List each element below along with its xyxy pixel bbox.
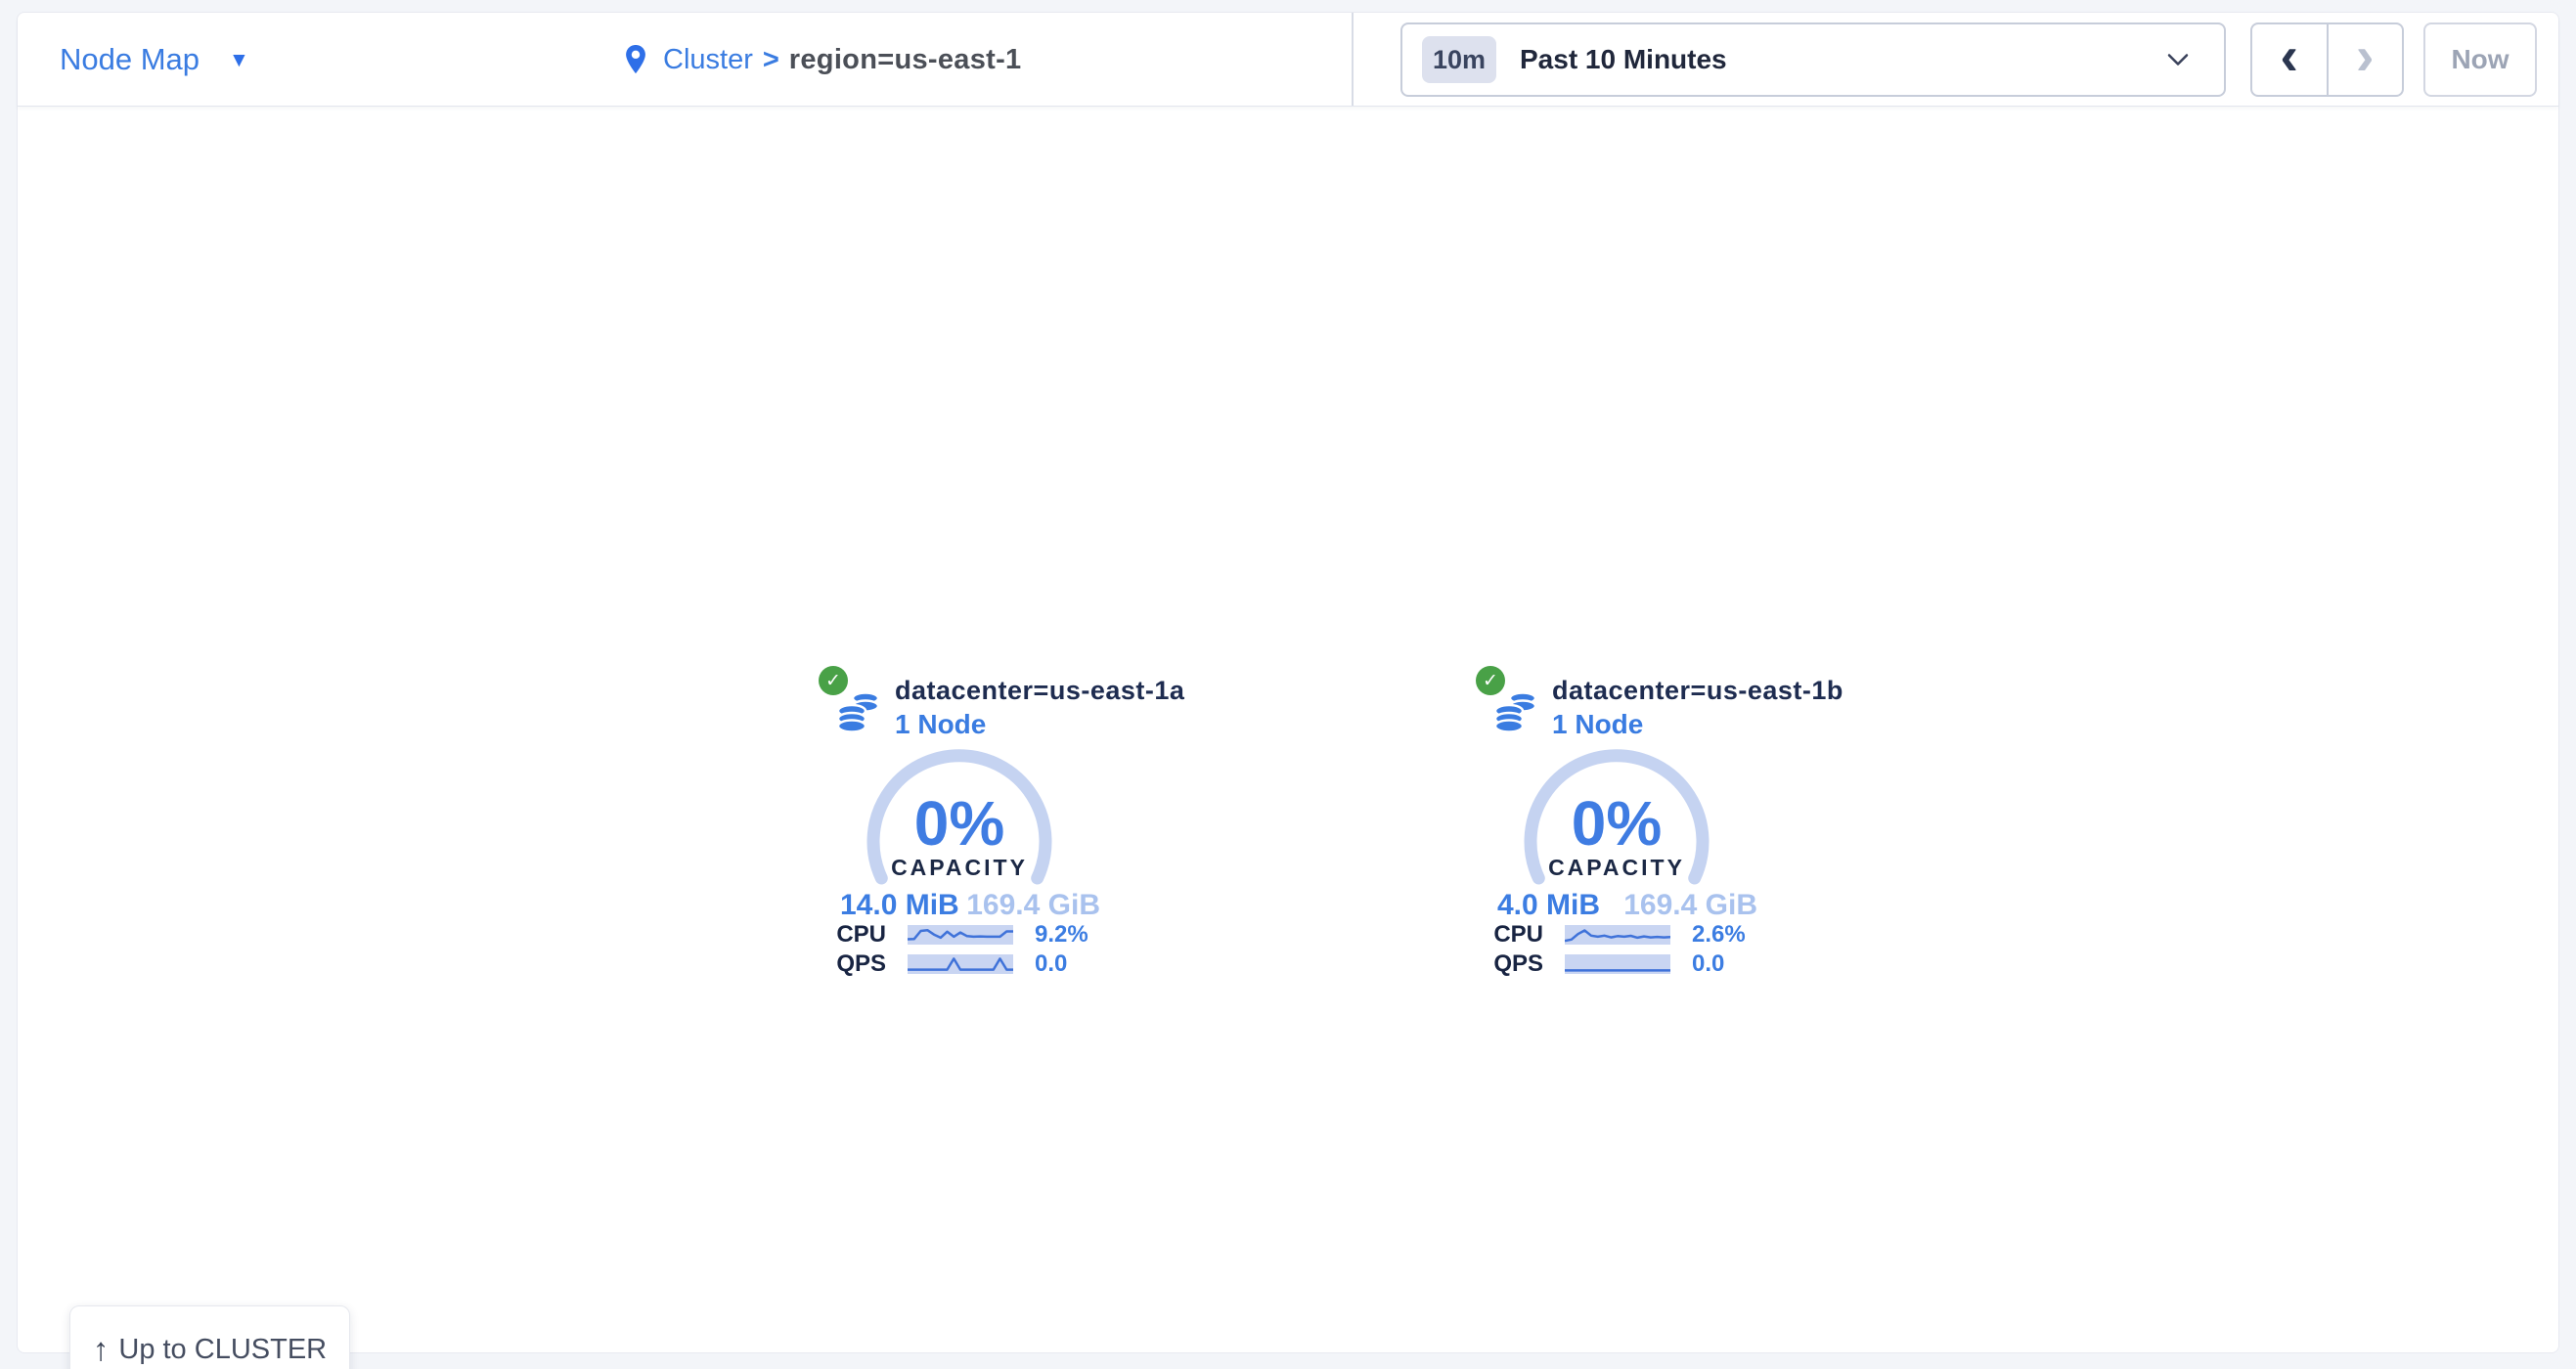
qps-metric-row: QPS 0.0	[819, 952, 1112, 976]
cpu-sparkline	[1565, 925, 1670, 945]
time-nav-arrows: ‹ ›	[2250, 22, 2404, 97]
capacity-total: 169.4 GiB	[1623, 889, 1757, 922]
qps-label: QPS	[1476, 950, 1543, 978]
capacity-total: 169.4 GiB	[966, 889, 1100, 922]
breadcrumb-cluster-link[interactable]: Cluster	[663, 44, 753, 76]
time-next-button[interactable]: ›	[2329, 24, 2403, 95]
capacity-used: 4.0 MiB	[1497, 889, 1600, 922]
time-range-dropdown[interactable]: 10m Past 10 Minutes	[1400, 22, 2226, 97]
node-map-area: ✓ datacenter=us-east-1a 1 Node 0% CAPACI…	[18, 107, 2558, 1353]
cpu-sparkline	[908, 925, 1013, 945]
cpu-value: 9.2%	[1035, 921, 1088, 949]
datacenter-card-us-east-1b[interactable]: ✓ datacenter=us-east-1b 1 Node 0% CAPACI…	[1476, 666, 1769, 998]
time-range-badge: 10m	[1422, 36, 1496, 83]
qps-value: 0.0	[1035, 950, 1067, 978]
chevron-down-icon	[2167, 54, 2189, 66]
capacity-values: 4.0 MiB 169.4 GiB	[1497, 889, 1757, 922]
status-ok-icon: ✓	[819, 666, 848, 695]
cpu-label: CPU	[819, 921, 886, 949]
breadcrumb-current: region=us-east-1	[789, 44, 1022, 76]
up-to-cluster-button[interactable]: ↑ Up to CLUSTER	[69, 1305, 350, 1369]
header-divider	[1352, 13, 1354, 106]
check-glyph: ✓	[825, 670, 841, 692]
datacenter-title: datacenter=us-east-1a	[895, 676, 1184, 706]
capacity-values: 14.0 MiB 169.4 GiB	[840, 889, 1100, 922]
database-stack-icon	[1494, 689, 1537, 732]
datacenter-title: datacenter=us-east-1b	[1552, 676, 1843, 706]
node-count: 1 Node	[895, 709, 986, 740]
location-pin-icon	[624, 44, 647, 75]
cpu-metric-row: CPU 9.2%	[819, 923, 1112, 947]
cpu-label: CPU	[1476, 921, 1543, 949]
qps-metric-row: QPS 0.0	[1476, 952, 1769, 976]
view-selector-label: Node Map	[60, 42, 200, 77]
capacity-used: 14.0 MiB	[840, 889, 959, 922]
arrow-up-icon: ↑	[93, 1331, 110, 1368]
capacity-label: CAPACITY	[1519, 855, 1714, 881]
qps-label: QPS	[819, 950, 886, 978]
now-button[interactable]: Now	[2423, 22, 2537, 97]
main-panel: Node Map ▼ Cluster > region=us-east-1 10…	[17, 12, 2559, 1353]
breadcrumb: Cluster > region=us-east-1	[624, 13, 1021, 107]
datacenter-card-us-east-1a[interactable]: ✓ datacenter=us-east-1a 1 Node 0% CAPACI…	[819, 666, 1112, 998]
view-selector-dropdown[interactable]: Node Map ▼	[60, 13, 249, 107]
check-glyph: ✓	[1483, 670, 1498, 692]
capacity-percent: 0%	[1519, 787, 1714, 860]
cpu-metric-row: CPU 2.6%	[1476, 923, 1769, 947]
cpu-value: 2.6%	[1692, 921, 1746, 949]
capacity-label: CAPACITY	[862, 855, 1057, 881]
breadcrumb-separator: >	[763, 44, 779, 76]
capacity-percent: 0%	[862, 787, 1057, 860]
qps-value: 0.0	[1692, 950, 1724, 978]
status-ok-icon: ✓	[1476, 666, 1505, 695]
database-stack-icon	[837, 689, 880, 732]
up-to-cluster-label: Up to CLUSTER	[118, 1334, 327, 1366]
time-prev-button[interactable]: ‹	[2252, 24, 2329, 95]
caret-down-icon: ▼	[229, 50, 249, 70]
qps-sparkline	[908, 954, 1013, 974]
node-count: 1 Node	[1552, 709, 1643, 740]
qps-sparkline	[1565, 954, 1670, 974]
header-bar: Node Map ▼ Cluster > region=us-east-1 10…	[18, 13, 2558, 107]
time-range-label: Past 10 Minutes	[1520, 44, 1727, 75]
